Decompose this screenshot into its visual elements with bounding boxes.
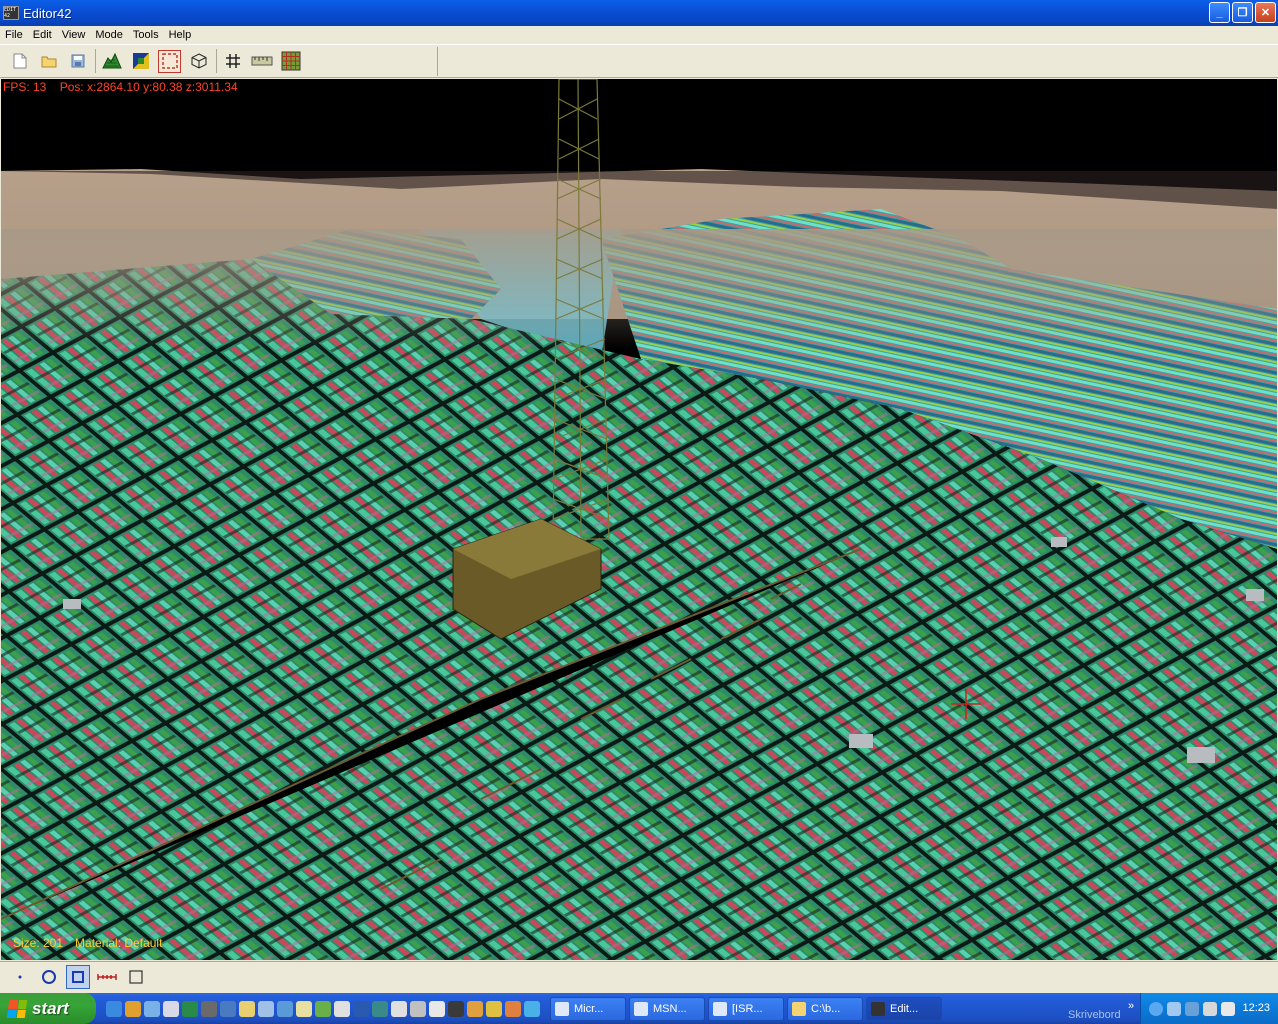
task-button-editor[interactable]: Edit... xyxy=(866,996,942,1021)
app-icon-13[interactable] xyxy=(372,1000,388,1017)
app-icon-16[interactable] xyxy=(429,1000,445,1017)
app-icon-18[interactable] xyxy=(467,1000,483,1017)
folder-icon xyxy=(792,1001,806,1016)
task-label: MSN... xyxy=(653,1002,687,1015)
menu-edit[interactable]: Edit xyxy=(28,29,57,41)
open-folder-icon[interactable] xyxy=(37,50,60,73)
texture-paint-icon[interactable] xyxy=(129,50,152,73)
task-label: Micr... xyxy=(574,1002,604,1015)
distance-fog xyxy=(1,229,1277,349)
point-brush-icon[interactable] xyxy=(8,965,32,989)
maximize-button[interactable]: ❐ xyxy=(1232,2,1253,23)
app-icon[interactable]: EDIT 42 xyxy=(3,6,19,20)
tray-app-icon[interactable] xyxy=(1185,1001,1199,1016)
hud-status: FPS: 13 Pos: x:2864.10 y:80.38 z:3011.34 xyxy=(3,80,238,94)
menu-tools[interactable]: Tools xyxy=(128,29,164,41)
brush-toolbar xyxy=(0,961,1278,992)
tray-app-icon[interactable] xyxy=(1203,1001,1217,1016)
windows-flag-icon xyxy=(6,999,28,1018)
app-icon-8[interactable] xyxy=(277,1000,293,1017)
toolbar xyxy=(0,45,1278,78)
desktop-toolbar-label[interactable]: Skrivebord xyxy=(1068,1009,1121,1021)
task-button-folder[interactable]: C:\b... xyxy=(787,996,863,1021)
app-icon-12[interactable] xyxy=(353,1000,369,1017)
task-label: Edit... xyxy=(890,1002,919,1015)
app-icon-5[interactable] xyxy=(220,1000,236,1017)
toolbar-separator xyxy=(95,49,96,73)
app-icon-14[interactable] xyxy=(391,1000,407,1017)
app-icon-4[interactable] xyxy=(201,1000,217,1017)
menu-bar: File Edit View Mode Tools Help xyxy=(0,26,1278,45)
task-buttons: Micr... MSN... [ISR... C:\b... Edit... xyxy=(550,996,942,1021)
task-icon xyxy=(634,1001,648,1016)
empty-square-icon[interactable] xyxy=(124,965,148,989)
cube-icon[interactable] xyxy=(187,50,210,73)
selection-icon[interactable] xyxy=(158,49,181,73)
task-label: [ISR... xyxy=(732,1002,763,1015)
terrain-icon[interactable] xyxy=(100,50,123,73)
app-icon-2[interactable] xyxy=(163,1000,179,1017)
app-icon-1[interactable] xyxy=(144,1000,160,1017)
title-bar: EDIT 42 Editor42 _ ❐ ✕ xyxy=(0,0,1278,26)
task-button-msn[interactable]: MSN... xyxy=(629,996,705,1021)
square-brush-icon[interactable] xyxy=(66,965,90,989)
ie-icon[interactable] xyxy=(106,1000,122,1017)
grid-icon[interactable] xyxy=(221,50,244,73)
app-icon-19[interactable] xyxy=(486,1000,502,1017)
window-title: Editor42 xyxy=(23,5,72,21)
app-icon-11[interactable] xyxy=(334,1000,350,1017)
chevron-icon[interactable]: » xyxy=(1128,1000,1134,1012)
task-label: C:\b... xyxy=(811,1002,841,1015)
app-icon-17[interactable] xyxy=(448,1000,464,1017)
save-icon[interactable] xyxy=(66,50,89,73)
app-icon-10[interactable] xyxy=(315,1000,331,1017)
task-icon xyxy=(871,1001,885,1016)
task-button-micr[interactable]: Micr... xyxy=(550,996,626,1021)
circle-brush-icon[interactable] xyxy=(37,965,61,989)
media-player-icon[interactable] xyxy=(125,1000,141,1017)
tray-arrow-icon[interactable] xyxy=(1149,1001,1163,1016)
window-controls: _ ❐ ✕ xyxy=(1209,2,1276,23)
start-button[interactable]: start xyxy=(0,993,96,1024)
measure-icon[interactable] xyxy=(95,965,119,989)
app-icon-9[interactable] xyxy=(296,1000,312,1017)
volume-icon[interactable] xyxy=(1221,1001,1235,1016)
tile-grid-icon[interactable] xyxy=(279,50,302,73)
fps-readout: FPS: 13 xyxy=(3,80,47,94)
new-file-icon[interactable] xyxy=(8,50,31,73)
menu-view[interactable]: View xyxy=(57,29,91,41)
menu-mode[interactable]: Mode xyxy=(90,29,128,41)
task-button-isr[interactable]: [ISR... xyxy=(708,996,784,1021)
task-icon xyxy=(713,1001,727,1016)
minimize-button[interactable]: _ xyxy=(1209,2,1230,23)
3d-viewport[interactable]: FPS: 13 Pos: x:2864.10 y:80.38 z:3011.34… xyxy=(1,79,1277,960)
app-icon-7[interactable] xyxy=(258,1000,274,1017)
close-button[interactable]: ✕ xyxy=(1255,2,1276,23)
system-tray: 12:23 xyxy=(1140,993,1278,1024)
toolbar-separator xyxy=(216,49,217,73)
app-icon-20[interactable] xyxy=(505,1000,521,1017)
app-icon-6[interactable] xyxy=(239,1000,255,1017)
menu-help[interactable]: Help xyxy=(164,29,197,41)
app-icon-3[interactable] xyxy=(182,1000,198,1017)
ruler-icon[interactable] xyxy=(250,50,273,73)
clock[interactable]: 12:23 xyxy=(1242,1002,1270,1014)
app-icon-15[interactable] xyxy=(410,1000,426,1017)
start-label: start xyxy=(32,998,69,1018)
task-icon xyxy=(555,1001,569,1016)
brush-size-readout: Size: 201 xyxy=(13,936,64,950)
quick-launch xyxy=(106,1000,540,1017)
menu-file[interactable]: File xyxy=(0,29,28,41)
app-icon-21[interactable] xyxy=(524,1000,540,1017)
network-icon[interactable] xyxy=(1167,1001,1181,1016)
position-readout: Pos: x:2864.10 y:80.38 z:3011.34 xyxy=(59,80,238,94)
brush-status: Size: 201 Material: Default xyxy=(13,936,162,950)
material-readout: Material: Default xyxy=(75,936,163,950)
terrain-scene[interactable] xyxy=(1,79,1277,960)
